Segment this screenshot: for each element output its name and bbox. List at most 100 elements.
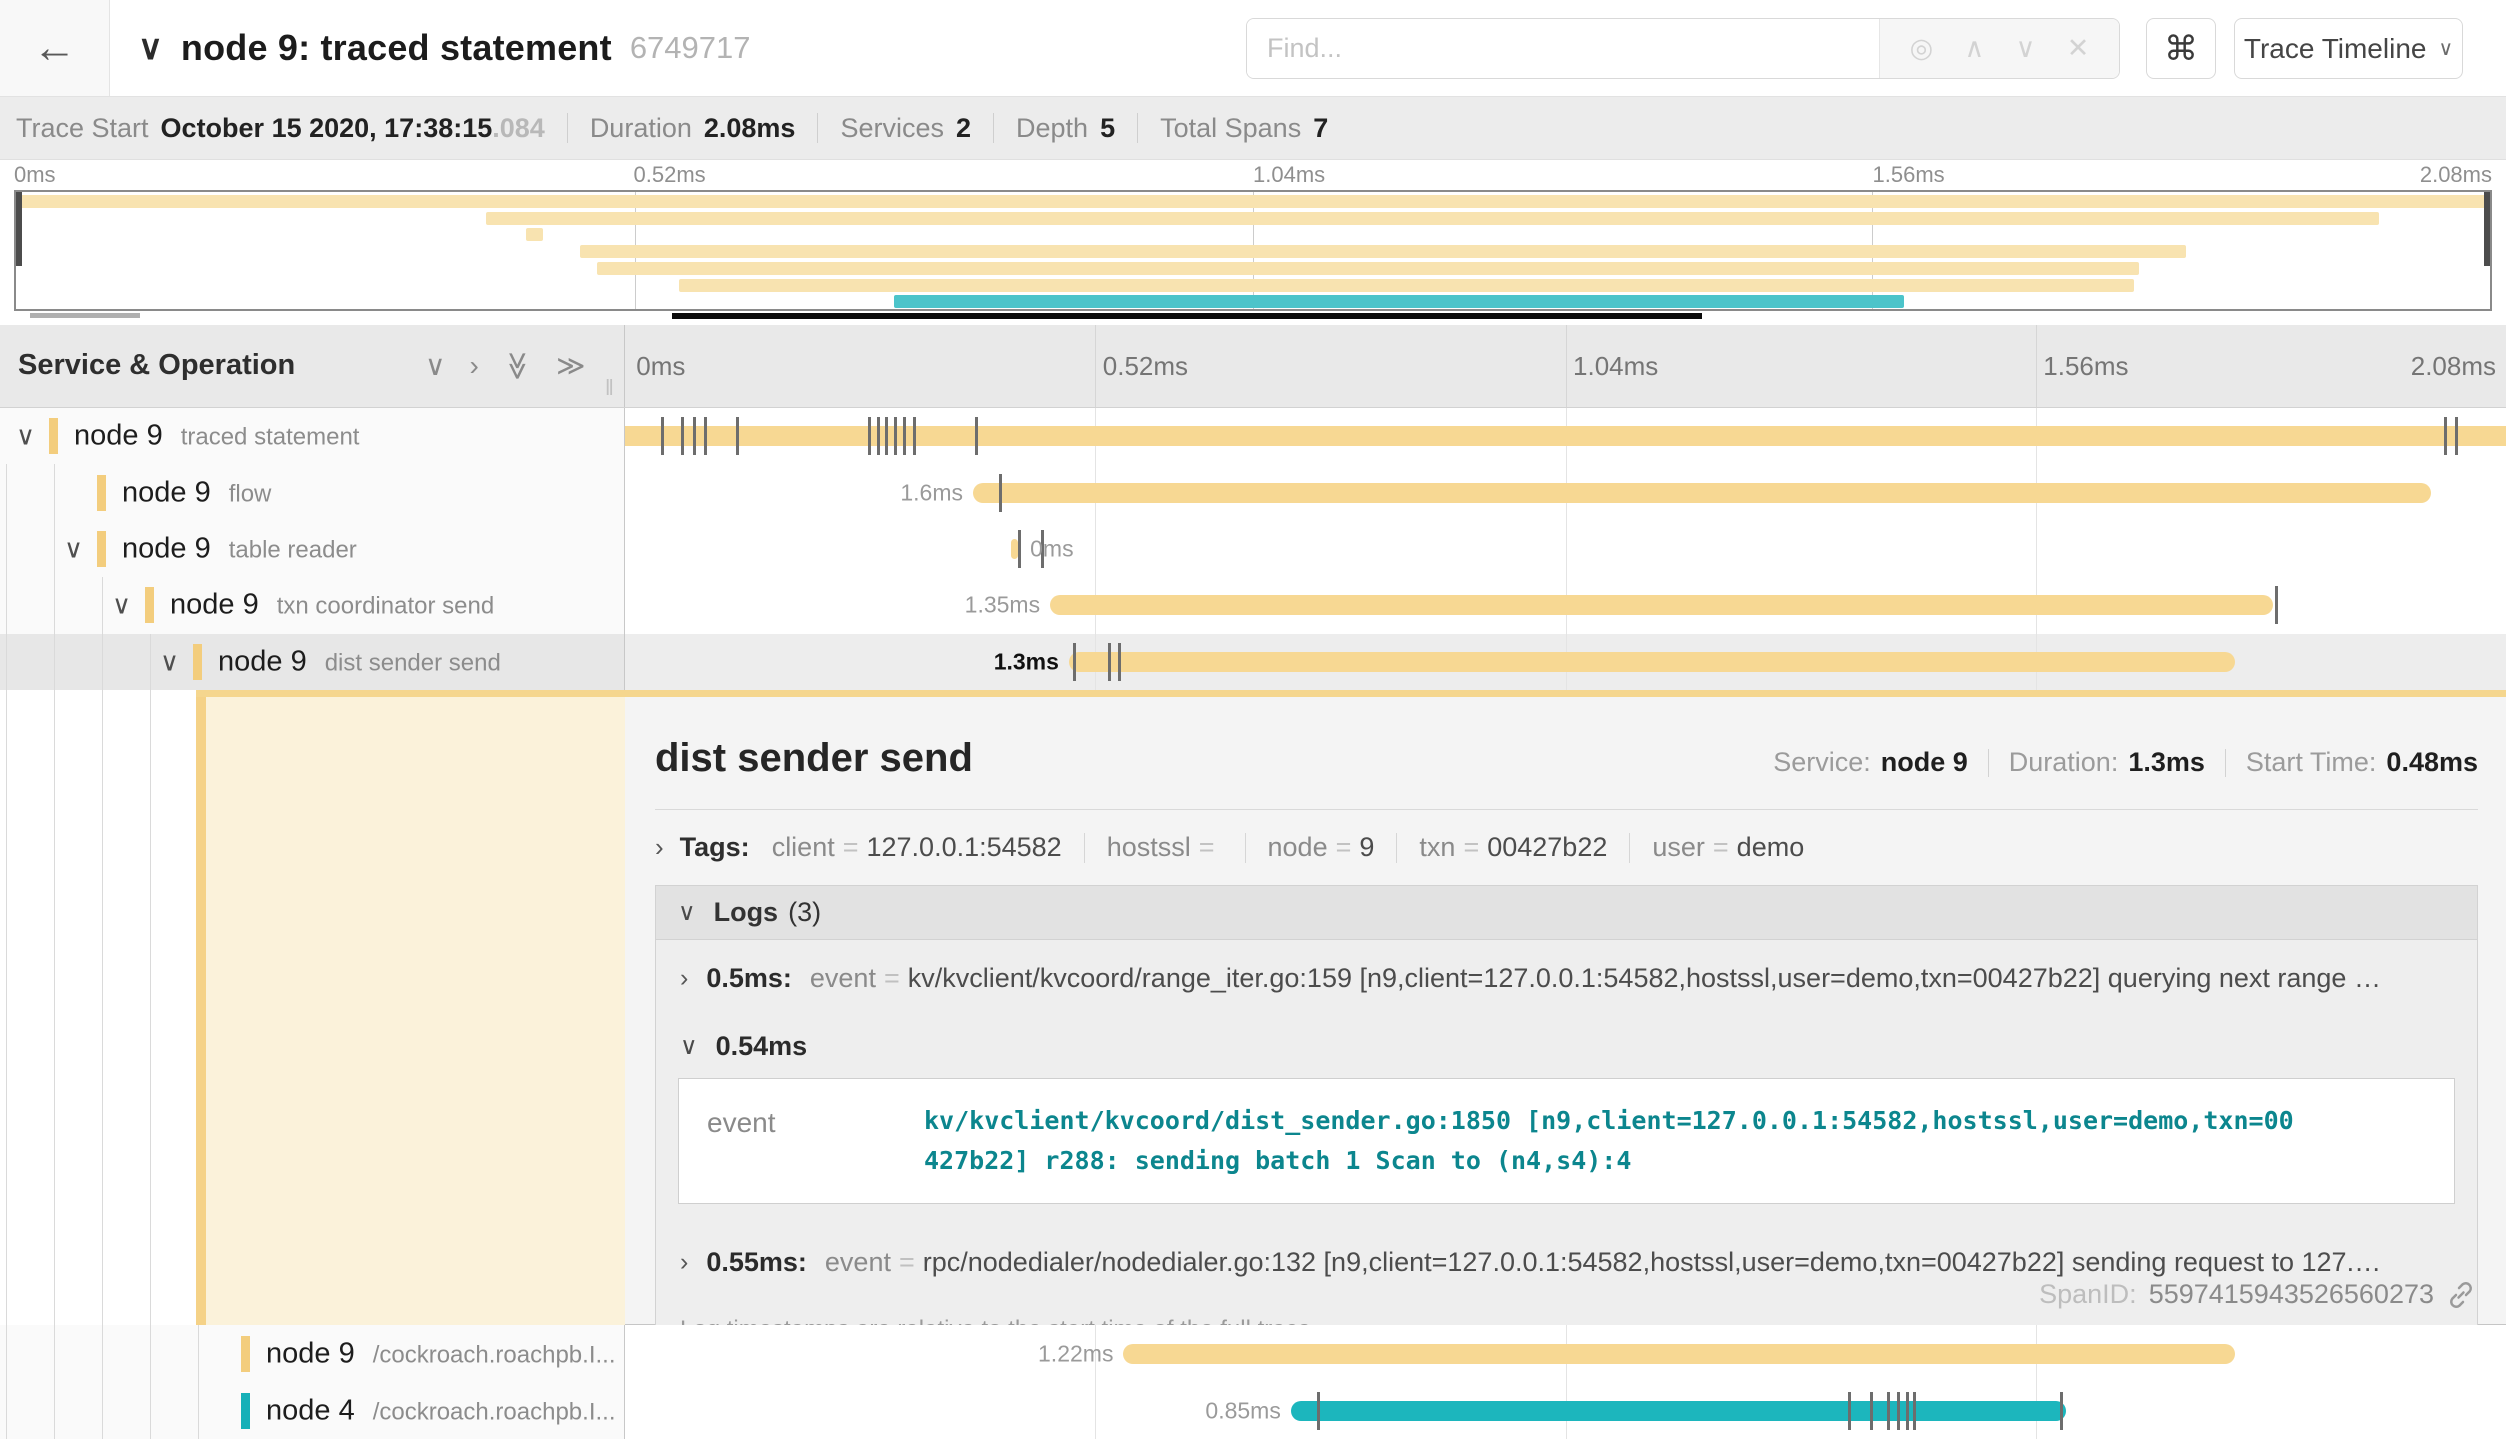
- trace-view-label: Trace Timeline: [2244, 33, 2427, 65]
- minimap-right-scrubber[interactable]: [2484, 192, 2490, 266]
- span-timeline-cell[interactable]: 0.85ms: [625, 1382, 2506, 1439]
- span-timeline-cell[interactable]: 0ms: [625, 521, 2506, 577]
- minimap-left-scrubber[interactable]: [16, 192, 22, 266]
- log-tick-mark: [681, 417, 684, 455]
- log-tick-mark: [1073, 643, 1076, 681]
- tags-label: Tags:: [680, 832, 750, 863]
- log-tick-mark: [999, 474, 1002, 512]
- minimap-span-bar: [486, 212, 2379, 225]
- service-name: node 9: [74, 420, 163, 452]
- collapse-chevron-icon[interactable]: ∨: [160, 646, 179, 677]
- span-name-cell[interactable]: node 9/cockroach.roachpb.I...: [0, 1325, 625, 1382]
- collapse-chevron-icon[interactable]: ∨: [16, 421, 35, 452]
- find-input[interactable]: [1247, 19, 1879, 78]
- summary-label: Duration: [590, 113, 692, 144]
- span-duration-label: 1.6ms: [900, 479, 963, 506]
- chevron-down-icon: ∨: [680, 1032, 698, 1061]
- span-timeline-cell[interactable]: 1.6ms: [625, 464, 2506, 520]
- span-duration-bar[interactable]: [1011, 539, 1019, 559]
- log-tick-mark: [885, 417, 888, 455]
- span-row[interactable]: node 4/cockroach.roachpb.I... 0.85ms: [0, 1382, 2506, 1439]
- find-group: ◎ ∧ ∨ ✕: [1246, 18, 2120, 79]
- log-tick-mark: [1897, 1392, 1900, 1430]
- span-duration-bar[interactable]: [625, 426, 2506, 446]
- minimap-span-bar: [580, 245, 2186, 258]
- log-tick-mark: [1887, 1392, 1890, 1430]
- tags-row[interactable]: ›Tags:client=127.0.0.1:54582hostssl=node…: [655, 832, 2478, 863]
- minimap-tick-label: 0.52ms: [634, 162, 706, 188]
- span-timeline-cell[interactable]: [625, 408, 2506, 464]
- meta-label: Duration:: [2009, 747, 2119, 778]
- span-row[interactable]: ∨node 9dist sender send1.3ms: [0, 634, 2506, 690]
- meta-value: node 9: [1881, 747, 1968, 778]
- next-match-icon[interactable]: ∨: [2016, 33, 2036, 64]
- column-resize-grip[interactable]: ‖: [605, 375, 616, 401]
- span-duration-bar[interactable]: [973, 483, 2431, 503]
- span-detail-content: dist sender send Service:node 9Duration:…: [625, 690, 2506, 1325]
- log-tick-mark: [661, 417, 664, 455]
- back-button[interactable]: ←: [0, 0, 110, 96]
- span-indent-fill: [206, 690, 625, 1325]
- expand-all-icon[interactable]: ≫: [556, 352, 585, 380]
- minimap-ticks: 0ms0.52ms1.04ms1.56ms2.08ms: [14, 162, 2492, 188]
- expand-one-icon[interactable]: ›: [470, 352, 479, 380]
- service-name: node 9: [170, 589, 259, 621]
- separator: [817, 113, 818, 143]
- collapse-all-icon[interactable]: ≫: [503, 351, 531, 380]
- span-name-cell[interactable]: node 9flow: [0, 464, 625, 520]
- minimap-span-bar: [16, 195, 2490, 208]
- log-tick-mark: [1118, 643, 1121, 681]
- logs-count: (3): [788, 897, 821, 928]
- clear-search-icon[interactable]: ✕: [2067, 33, 2090, 64]
- span-timeline-cell[interactable]: 1.22ms: [625, 1325, 2506, 1382]
- operation-name: /cockroach.roachpb.I...: [373, 1341, 616, 1368]
- collapse-chevron-icon[interactable]: ∨: [64, 534, 83, 565]
- span-timeline-cell[interactable]: 1.35ms: [625, 577, 2506, 633]
- span-duration-bar[interactable]: [1123, 1344, 2235, 1364]
- deep-link-icon[interactable]: [2446, 1280, 2476, 1310]
- logs-label: Logs: [714, 897, 779, 928]
- keyboard-shortcuts-button[interactable]: ⌘: [2146, 18, 2216, 79]
- span-row[interactable]: ∨node 9traced statement: [0, 408, 2506, 464]
- collapse-chevron-icon[interactable]: ∨: [112, 590, 131, 621]
- collapse-trace-chevron-icon[interactable]: ∨: [138, 28, 163, 68]
- span-name-cell[interactable]: ∨node 9traced statement: [0, 408, 625, 464]
- trace-view-dropdown[interactable]: Trace Timeline ∨: [2234, 18, 2463, 79]
- span-duration-label: 0.85ms: [1205, 1397, 1280, 1424]
- summary-value: 7: [1313, 113, 1328, 144]
- span-id-row: SpanID: 5597415943526560273: [2039, 1279, 2476, 1310]
- span-name-cell[interactable]: ∨node 9txn coordinator send: [0, 577, 625, 633]
- minimap-canvas[interactable]: [14, 190, 2492, 311]
- logs-header[interactable]: ∨ Logs (3): [656, 886, 2477, 940]
- timeline-scrollbar[interactable]: [672, 313, 1702, 319]
- span-duration-bar[interactable]: [1050, 595, 2273, 615]
- service-color-chip: [97, 531, 106, 567]
- span-duration-bar[interactable]: [1291, 1401, 2066, 1421]
- service-color-chip: [241, 1336, 250, 1372]
- span-name-cell[interactable]: ∨node 9table reader: [0, 521, 625, 577]
- summary-label: Total Spans: [1160, 113, 1301, 144]
- collapse-one-icon[interactable]: ∨: [425, 352, 446, 380]
- log-entry-expanded-header[interactable]: ∨0.54ms: [656, 1016, 2477, 1076]
- span-name-cell[interactable]: node 4/cockroach.roachpb.I...: [0, 1382, 625, 1439]
- locate-icon[interactable]: ◎: [1910, 33, 1934, 64]
- span-timeline-cell[interactable]: 1.3ms: [625, 634, 2506, 690]
- prev-match-icon[interactable]: ∧: [1965, 33, 1985, 64]
- log-entry[interactable]: ›0.5ms:event=kv/kvclient/kvcoord/range_i…: [656, 940, 2477, 1016]
- log-tick-mark: [693, 417, 696, 455]
- tag-item: hostssl=: [1107, 832, 1223, 863]
- log-tick-mark: [1018, 530, 1021, 568]
- top-bar: ← ∨ node 9: traced statement 6749717 ◎ ∧…: [0, 0, 2506, 97]
- log-field-value: kv/kvclient/kvcoord/dist_sender.go:1850 …: [924, 1079, 2324, 1203]
- span-row[interactable]: ∨node 9table reader0ms: [0, 521, 2506, 577]
- span-rows-bottom: node 9/cockroach.roachpb.I...1.22msnode …: [0, 1325, 2506, 1439]
- span-duration-bar[interactable]: [1069, 652, 2235, 672]
- span-row[interactable]: node 9flow 1.6ms: [0, 464, 2506, 520]
- span-detail-panel: dist sender send Service:node 9Duration:…: [0, 690, 2506, 1325]
- service-color-chip: [241, 1393, 250, 1429]
- span-row[interactable]: node 9/cockroach.roachpb.I...1.22ms: [0, 1325, 2506, 1382]
- span-row[interactable]: ∨node 9txn coordinator send1.35ms: [0, 577, 2506, 633]
- meta-value: 1.3ms: [2128, 747, 2205, 778]
- span-name-cell[interactable]: ∨node 9dist sender send: [0, 634, 625, 690]
- service-operation-header: Service & Operation ∨ › ≫ ≫ ‖: [0, 325, 625, 407]
